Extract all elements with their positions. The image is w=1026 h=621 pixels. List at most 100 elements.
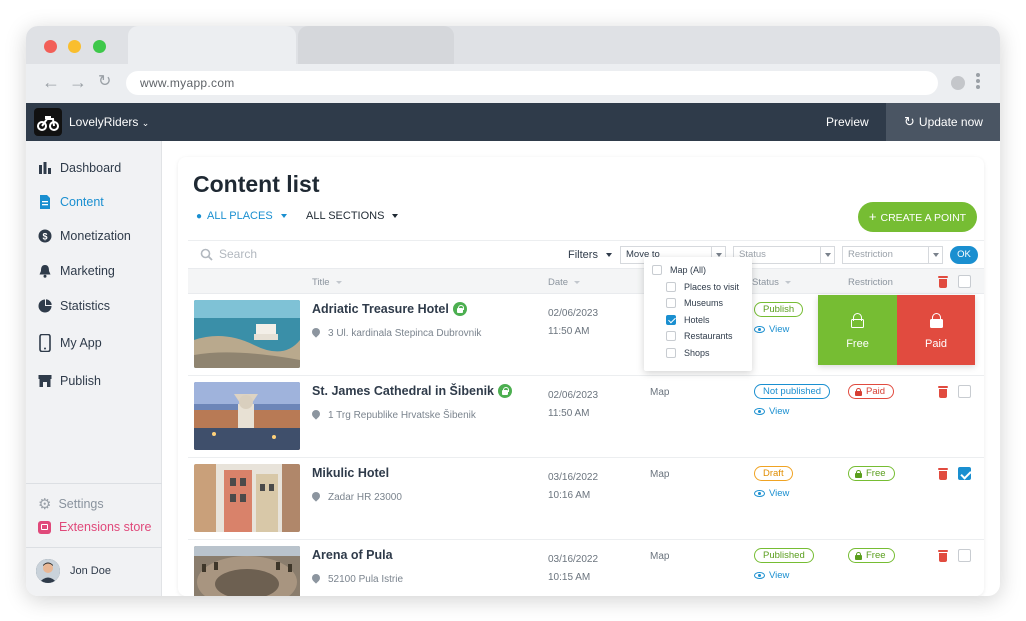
all-sections-filter[interactable]: ALL SECTIONS: [306, 210, 399, 222]
preview-button[interactable]: Preview: [826, 115, 869, 129]
all-places-filter[interactable]: ● ALL PLACES: [196, 210, 287, 222]
table-header: Title Date Status Restriction: [188, 268, 984, 294]
status-badge[interactable]: Not published: [754, 384, 831, 399]
status-badge[interactable]: Publish: [754, 302, 804, 317]
row-date: 03/16/2022 10:15 AM: [548, 551, 598, 587]
row-date: 02/06/2023 11:50 AM: [548, 305, 598, 341]
sidebar-item-monetization[interactable]: $ Monetization: [38, 226, 131, 246]
row-address-text: 52100 Pula Istrie: [328, 574, 404, 585]
row-title[interactable]: St. James Cathedral in Šibenik: [312, 384, 513, 398]
paid-option-button[interactable]: Paid: [897, 295, 975, 365]
sidebar-item-dashboard[interactable]: Dashboard: [38, 158, 121, 178]
brand-switcher[interactable]: LovelyRiders ⌄: [69, 115, 149, 129]
reload-icon[interactable]: ↻: [98, 72, 111, 92]
row-checkbox[interactable]: [958, 467, 971, 480]
option-checkbox[interactable]: [666, 331, 676, 341]
view-link[interactable]: View: [754, 570, 789, 581]
column-date[interactable]: Date: [548, 277, 581, 288]
trash-icon[interactable]: [938, 386, 948, 398]
browser-tab-inactive[interactable]: [298, 26, 454, 64]
sidebar-item-label: Content: [60, 195, 104, 209]
row-title[interactable]: Adriatic Treasure Hotel: [312, 302, 467, 316]
dropdown-option-restaurants[interactable]: Restaurants: [666, 331, 733, 341]
view-link[interactable]: View: [754, 406, 789, 417]
sidebar-item-extensions-store[interactable]: Extensions store: [38, 520, 151, 534]
sort-icon: [784, 281, 791, 284]
location-pin-icon: ●: [196, 210, 203, 222]
table-row[interactable]: St. James Cathedral in Šibenik 1 Trg Rep…: [188, 376, 984, 458]
browser-tab-active[interactable]: [128, 26, 296, 64]
minimize-window-dot[interactable]: [68, 40, 81, 53]
dropdown-option-hotels[interactable]: Hotels: [666, 315, 710, 325]
status-badge[interactable]: Draft: [754, 466, 793, 481]
row-address-text: Zadar HR 23000: [328, 492, 402, 503]
restriction-label: Paid: [866, 386, 886, 397]
unlock-icon: [851, 313, 864, 328]
brand-name: LovelyRiders: [69, 115, 139, 129]
select-all-checkbox[interactable]: [958, 275, 971, 288]
close-window-dot[interactable]: [44, 40, 57, 53]
trash-icon[interactable]: [938, 276, 948, 288]
trash-icon[interactable]: [938, 468, 948, 480]
profile-circle-icon[interactable]: [951, 76, 965, 90]
view-link[interactable]: View: [754, 488, 789, 499]
free-option-button[interactable]: Free: [818, 295, 897, 365]
option-label: Museums: [684, 298, 724, 308]
column-title-label: Title: [312, 277, 330, 288]
option-checkbox[interactable]: [666, 348, 676, 358]
filters-label: Filters: [568, 249, 598, 261]
row-title-text: Adriatic Treasure Hotel: [312, 302, 449, 316]
sidebar-item-my-app[interactable]: My App: [38, 333, 102, 353]
sidebar-item-settings[interactable]: ⚙ Settings: [38, 495, 104, 513]
restriction-badge[interactable]: Free: [848, 466, 895, 481]
row-checkbox[interactable]: [958, 549, 971, 562]
status-badge[interactable]: Published: [754, 548, 814, 563]
filters-toggle[interactable]: Filters: [568, 249, 612, 261]
row-title[interactable]: Arena of Pula: [312, 548, 393, 562]
restriction-badge[interactable]: Free: [848, 548, 895, 563]
view-link[interactable]: View: [754, 324, 789, 335]
sidebar-item-marketing[interactable]: Marketing: [38, 261, 115, 281]
url-bar[interactable]: www.myapp.com: [126, 71, 938, 95]
restriction-badge[interactable]: Paid: [848, 384, 895, 399]
browser-tab-strip: [26, 26, 1000, 64]
update-now-button[interactable]: ↻ Update now: [886, 103, 1000, 141]
row-title[interactable]: Mikulic Hotel: [312, 466, 389, 480]
sidebar-item-content[interactable]: Content: [38, 192, 104, 212]
restriction-label: Free: [866, 468, 886, 479]
ok-button[interactable]: OK: [950, 246, 978, 264]
search-input[interactable]: Search: [200, 247, 257, 261]
sidebar-item-publish[interactable]: Publish: [38, 371, 101, 391]
row-address: 52100 Pula Istrie: [312, 574, 403, 585]
create-point-button[interactable]: + CREATE A POINT: [858, 202, 977, 232]
column-restriction: Restriction: [848, 277, 893, 288]
option-label: Places to visit: [684, 282, 740, 292]
option-checkbox[interactable]: [666, 282, 676, 292]
option-checkbox[interactable]: [666, 315, 676, 325]
forward-arrow-icon[interactable]: →: [69, 72, 87, 92]
chevron-down-icon: [392, 214, 399, 218]
column-status[interactable]: Status: [752, 277, 791, 288]
chevron-down-icon: [280, 214, 287, 218]
dropdown-option-map-all[interactable]: Map (All): [652, 265, 706, 275]
table-row[interactable]: Mikulic Hotel Zadar HR 23000 03/16/2022 1…: [188, 458, 984, 540]
option-checkbox[interactable]: [652, 265, 662, 275]
user-profile[interactable]: Jon Doe: [36, 559, 111, 583]
row-title-text: Mikulic Hotel: [312, 466, 390, 480]
restriction-select[interactable]: Restriction: [842, 246, 943, 264]
option-checkbox[interactable]: [666, 298, 676, 308]
page-title: Content list: [193, 171, 320, 197]
row-checkbox[interactable]: [958, 385, 971, 398]
trash-icon[interactable]: [938, 550, 948, 562]
dropdown-option-museums[interactable]: Museums: [666, 298, 723, 308]
table-row[interactable]: Arena of Pula 52100 Pula Istrie 03/16/20…: [188, 540, 984, 596]
back-arrow-icon[interactable]: ←: [42, 72, 60, 92]
dropdown-option-places-to-visit[interactable]: Places to visit: [666, 282, 739, 292]
browser-menu-icon[interactable]: [976, 72, 982, 94]
dropdown-option-shops[interactable]: Shops: [666, 348, 710, 358]
sidebar-item-statistics[interactable]: Statistics: [38, 296, 110, 316]
maximize-window-dot[interactable]: [93, 40, 106, 53]
column-title[interactable]: Title: [312, 277, 342, 288]
sidebar-item-label: Statistics: [60, 299, 111, 313]
row-date-text: 03/16/2022: [548, 554, 599, 565]
